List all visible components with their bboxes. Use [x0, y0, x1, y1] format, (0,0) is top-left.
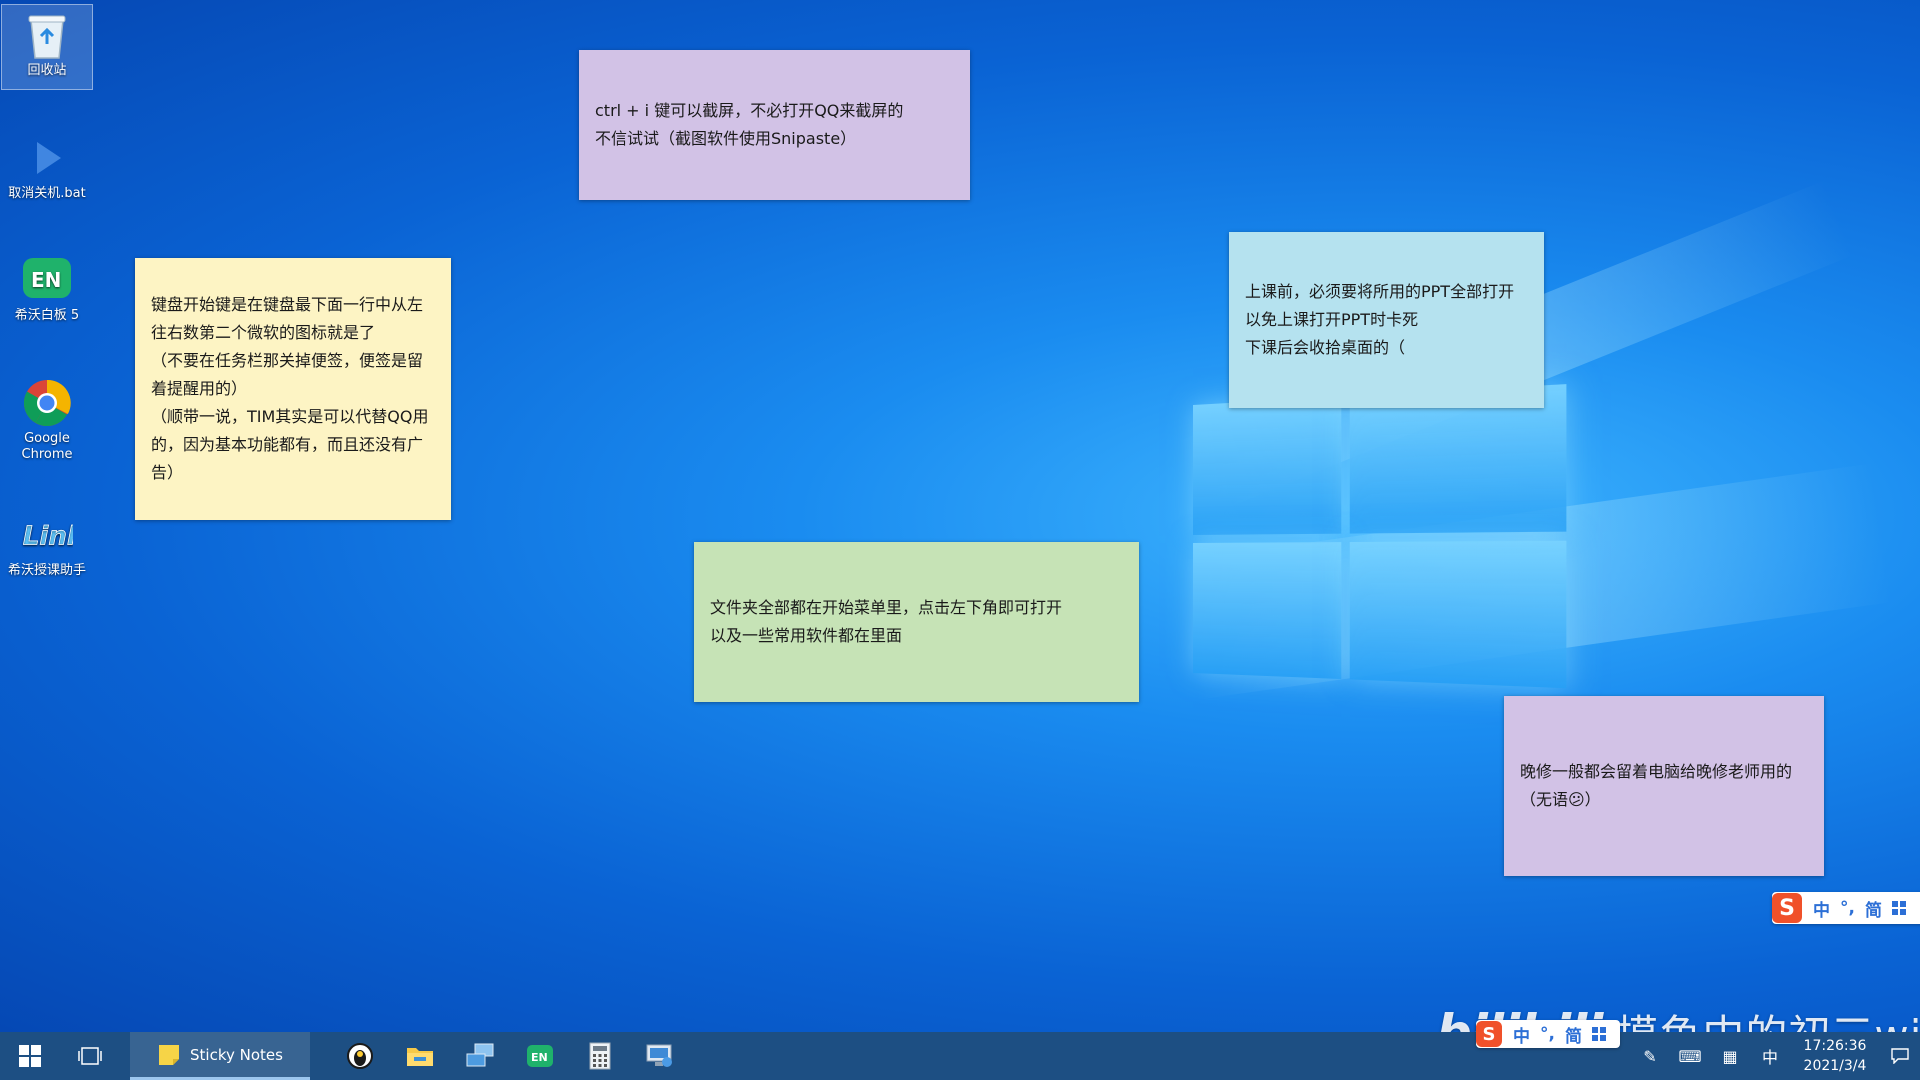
- desktop-icon-seewo-link[interactable]: Link 希沃授课助手: [2, 505, 92, 579]
- desktop-icon-label: 希沃白板 5: [14, 308, 80, 323]
- taskbar-app-computer-management[interactable]: [630, 1032, 690, 1080]
- recycle-bin-icon: [21, 9, 73, 61]
- windows-logo-wallpaper: [1193, 384, 1571, 736]
- sticky-note-evening-study-tip[interactable]: 晚修一般都会留着电脑给晚修老师用的 （无语😕）: [1504, 696, 1824, 876]
- ime-toolbar[interactable]: S 中 °, 简: [1772, 892, 1920, 924]
- desktop-icon-recycle-bin[interactable]: 回收站: [1, 4, 93, 90]
- calculator-icon: [589, 1042, 611, 1070]
- sticky-notes-icon: [159, 1044, 179, 1065]
- taskbar-app-file-explorer[interactable]: [390, 1032, 450, 1080]
- link-icon: Link: [21, 509, 73, 561]
- taskbar-app-remote-desktop[interactable]: [450, 1032, 510, 1080]
- note-text[interactable]: 晚修一般都会留着电脑给晚修老师用的 （无语😕）: [1520, 758, 1808, 814]
- desktop-icon-label: 回收站: [27, 63, 67, 78]
- batch-file-icon: [21, 132, 73, 184]
- ime-menu-icon[interactable]: [1891, 901, 1906, 915]
- note-text[interactable]: 上课前，必须要将所用的PPT全部打开 以免上课打开PPT时卡死 下课后会收拾桌面…: [1245, 278, 1528, 362]
- task-view-icon: [78, 1047, 102, 1065]
- sticky-note-screenshot-tip[interactable]: ctrl + i 键可以截屏，不必打开QQ来截屏的 不信试试（截图软件使用Sni…: [579, 50, 970, 200]
- ime-script-toggle[interactable]: 简: [1865, 896, 1882, 921]
- svg-text:EN: EN: [31, 268, 61, 292]
- desktop-icon-label: 取消关机.bat: [8, 186, 86, 201]
- svg-text:Link: Link: [23, 521, 73, 551]
- desktop-icon-label: 希沃授课助手: [7, 563, 86, 578]
- chrome-icon: [21, 377, 73, 429]
- taskbar-app-seewo-whiteboard[interactable]: EN: [510, 1032, 570, 1080]
- desktop-icon-google-chrome[interactable]: Google Chrome: [2, 373, 92, 463]
- task-view-button[interactable]: [60, 1032, 120, 1080]
- pen-icon[interactable]: ✎: [1630, 1032, 1670, 1080]
- taskbar: Sticky Notes EN S 中 °, 简 ✎ ⌨ ▦ 中 17:26:3…: [0, 1020, 1920, 1080]
- seewo-en-icon: EN: [21, 254, 73, 306]
- start-button[interactable]: [0, 1032, 60, 1080]
- ime-script-toggle[interactable]: 简: [1565, 1022, 1582, 1047]
- taskbar-app-calculator[interactable]: [570, 1032, 630, 1080]
- folder-icon: [407, 1048, 433, 1066]
- ime-menu-icon[interactable]: [1591, 1027, 1606, 1041]
- desktop-icon-cancel-shutdown[interactable]: 取消关机.bat: [2, 128, 92, 202]
- clock-date: 2021/3/4: [1803, 1058, 1867, 1074]
- sticky-note-ppt-tip[interactable]: 上课前，必须要将所用的PPT全部打开 以免上课打开PPT时卡死 下课后会收拾桌面…: [1229, 232, 1544, 408]
- note-text[interactable]: ctrl + i 键可以截屏，不必打开QQ来截屏的 不信试试（截图软件使用Sni…: [595, 97, 954, 153]
- sticky-note-start-key-tip[interactable]: 键盘开始键是在键盘最下面一行中从左往右数第二个微软的图标就是了 （不要在任务栏那…: [135, 258, 451, 520]
- notification-center-icon[interactable]: [1880, 1032, 1920, 1080]
- computer-settings-icon: [646, 1044, 672, 1067]
- note-text[interactable]: 文件夹全部都在开始菜单里，点击左下角即可打开 以及一些常用软件都在里面: [710, 594, 1123, 650]
- network-icon[interactable]: ▦: [1710, 1032, 1750, 1080]
- clock-time: 17:26:36: [1803, 1038, 1867, 1054]
- sogou-logo-icon[interactable]: S: [1772, 893, 1802, 923]
- desktop-icon-seewo-whiteboard[interactable]: EN 希沃白板 5: [2, 250, 92, 324]
- ime-punct-toggle[interactable]: °,: [1840, 898, 1855, 918]
- taskbar-app-label: Sticky Notes: [190, 1045, 283, 1064]
- desktop-icon-label: Google Chrome: [21, 431, 73, 462]
- sticky-note-folders-tip[interactable]: 文件夹全部都在开始菜单里，点击左下角即可打开 以及一些常用软件都在里面: [694, 542, 1139, 702]
- ime-status-bar[interactable]: S 中 °, 简: [1476, 1020, 1620, 1048]
- keyboard-icon[interactable]: ⌨: [1670, 1032, 1710, 1080]
- ime-mode-toggle[interactable]: 中: [1513, 1022, 1530, 1047]
- desktop: 回收站 取消关机.bat EN 希沃白板 5 Google Chrome Lin…: [0, 0, 1920, 1032]
- watermark-text: 摸鱼中的初三win: [1616, 1002, 1920, 1032]
- taskbar-app-qq-browser[interactable]: [330, 1032, 390, 1080]
- sogou-logo-icon[interactable]: S: [1476, 1021, 1502, 1047]
- svg-text:EN: EN: [531, 1051, 548, 1064]
- note-text[interactable]: 键盘开始键是在键盘最下面一行中从左往右数第二个微软的图标就是了 （不要在任务栏那…: [151, 291, 435, 487]
- windows-start-icon: [19, 1045, 41, 1067]
- ime-punct-toggle[interactable]: °,: [1540, 1024, 1555, 1044]
- ime-mode-toggle[interactable]: 中: [1813, 896, 1830, 921]
- clock[interactable]: 17:26:36 2021/3/4: [1790, 1036, 1880, 1076]
- tray-ime-indicator[interactable]: 中: [1750, 1032, 1790, 1080]
- taskbar-app-sticky-notes[interactable]: Sticky Notes: [130, 1032, 310, 1080]
- seewo-en-icon: EN: [527, 1045, 553, 1067]
- penguin-icon: [347, 1043, 373, 1069]
- network-computer-icon: [466, 1043, 494, 1067]
- system-tray: S 中 °, 简 ✎ ⌨ ▦ 中 17:26:36 2021/3/4: [1476, 1020, 1920, 1080]
